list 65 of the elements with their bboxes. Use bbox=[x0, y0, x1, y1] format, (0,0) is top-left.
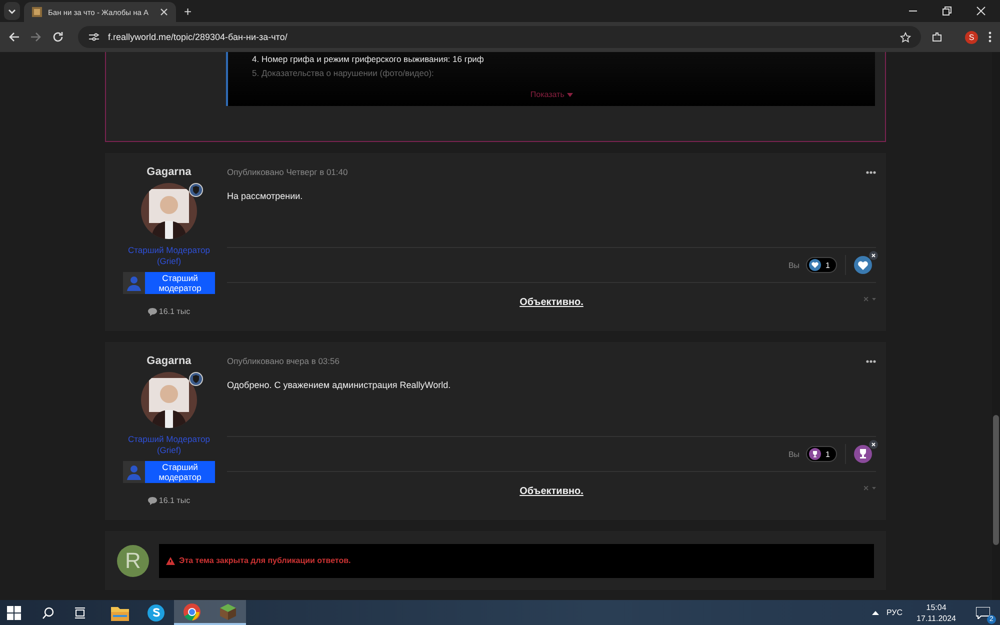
chrome-icon bbox=[183, 602, 201, 620]
profile-avatar[interactable]: S bbox=[965, 30, 978, 44]
trophy-icon bbox=[808, 448, 821, 460]
trophy-icon[interactable] bbox=[854, 445, 872, 463]
restore-icon[interactable] bbox=[942, 6, 952, 16]
reaction-label: Вы bbox=[788, 450, 800, 458]
post-text: На рассмотрении. bbox=[227, 191, 876, 248]
more-menu-icon[interactable] bbox=[988, 31, 992, 43]
reload-icon[interactable] bbox=[52, 31, 64, 43]
grass-block-icon bbox=[219, 602, 237, 620]
skype-icon bbox=[147, 604, 165, 622]
shield-icon bbox=[189, 183, 203, 197]
post-date[interactable]: Опубликовано Четверг в 01:40 bbox=[227, 167, 348, 177]
user-icon bbox=[123, 272, 145, 294]
forward-icon[interactable] bbox=[30, 31, 42, 43]
new-tab-button[interactable]: + bbox=[180, 4, 196, 18]
post-date[interactable]: Опубликовано вчера в 03:56 bbox=[227, 356, 340, 366]
back-icon[interactable] bbox=[8, 31, 20, 43]
speech-bubble-icon bbox=[148, 308, 157, 316]
post-text: Одобрено. С уважением администрация ReallyWorld. bbox=[227, 380, 876, 437]
search-icon[interactable] bbox=[42, 606, 54, 618]
extensions-icon[interactable] bbox=[931, 31, 943, 43]
reaction-count[interactable]: 1 bbox=[806, 257, 837, 273]
favicon-icon bbox=[32, 7, 42, 17]
close-icon[interactable] bbox=[976, 6, 986, 16]
warning-icon bbox=[166, 556, 175, 564]
post-count: 16.1 тыс bbox=[158, 307, 190, 316]
quote-line: 4. Номер грифа и режим гриферского выживания: 16 гриф bbox=[252, 53, 485, 66]
user-avatar: R bbox=[117, 544, 149, 576]
group-badge: Старший модератор bbox=[145, 461, 215, 483]
task-view-icon[interactable] bbox=[74, 606, 86, 618]
user-role: Старший Модератор (Grief) bbox=[127, 245, 211, 267]
windows-start-icon[interactable] bbox=[7, 606, 21, 620]
reaction-count[interactable]: 1 bbox=[806, 446, 837, 462]
post-count: 16.1 тыс bbox=[158, 496, 190, 505]
group-badge: Старший модератор bbox=[145, 272, 215, 294]
folder-icon bbox=[111, 604, 129, 620]
reaction-label: Вы bbox=[788, 260, 800, 270]
author-name[interactable]: Gagarna bbox=[146, 354, 192, 368]
clock-date[interactable]: 17.11.2024 bbox=[916, 612, 956, 624]
signature: Объективно. bbox=[520, 486, 584, 496]
site-settings-icon bbox=[88, 32, 100, 42]
locked-notice: Эта тема закрыта для публикации ответов. bbox=[179, 556, 351, 565]
notification-icon[interactable] bbox=[976, 606, 990, 618]
tab-search-icon[interactable] bbox=[4, 2, 20, 20]
remove-icon[interactable] bbox=[869, 440, 878, 449]
close-icon bbox=[160, 8, 168, 16]
heart-icon bbox=[808, 259, 821, 271]
remove-icon[interactable] bbox=[869, 251, 878, 260]
language-indicator[interactable]: РУС bbox=[886, 608, 903, 617]
quote-line: 5. Доказательства о нарушении (фото/видео): bbox=[252, 67, 435, 80]
tray-arrow-icon[interactable] bbox=[872, 610, 879, 614]
caret-icon bbox=[566, 93, 573, 97]
shield-icon bbox=[189, 372, 203, 386]
user-role: Старший Модератор (Grief) bbox=[127, 434, 211, 456]
scrollbar-thumb[interactable] bbox=[993, 415, 999, 545]
speech-bubble-icon bbox=[148, 496, 157, 504]
more-icon[interactable] bbox=[866, 170, 876, 174]
author-name[interactable]: Gagarna bbox=[146, 165, 192, 179]
user-icon bbox=[123, 461, 145, 483]
clock-time[interactable]: 15:04 bbox=[926, 602, 946, 612]
signature: Объективно. bbox=[520, 296, 584, 308]
bookmark-star-icon[interactable] bbox=[900, 32, 911, 42]
address-field[interactable]: f.reallyworld.me/topic/289304-бан-ни-за-что/ bbox=[78, 26, 921, 48]
more-icon[interactable] bbox=[866, 360, 876, 362]
